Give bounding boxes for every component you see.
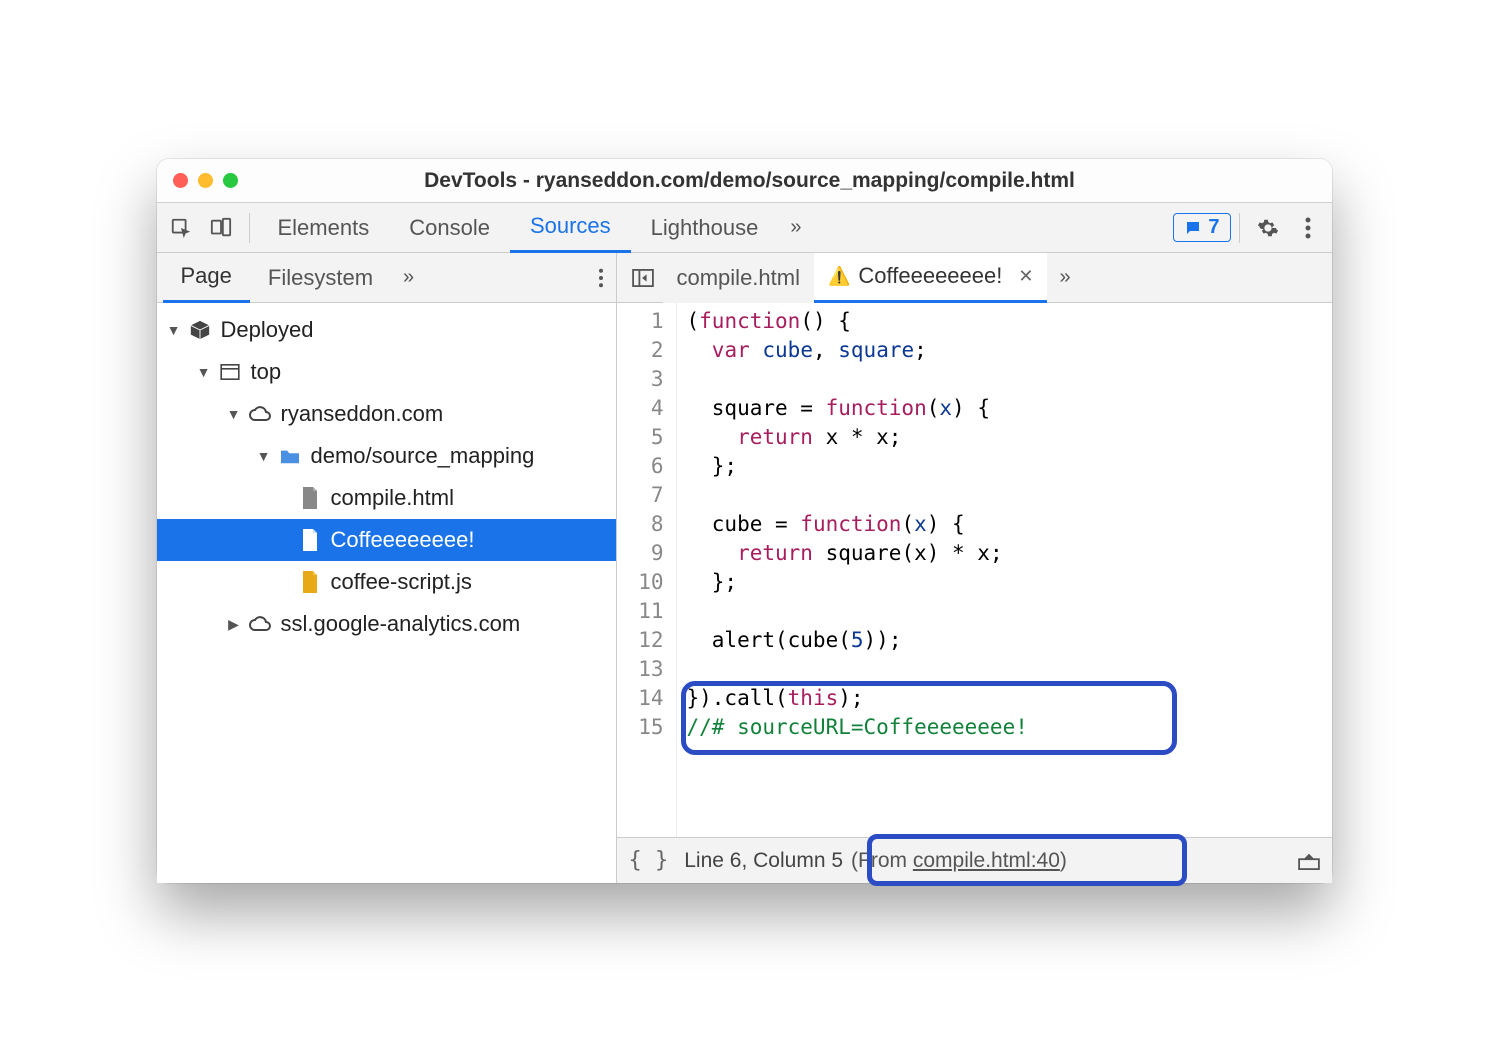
show-debugger-icon[interactable]	[1298, 852, 1320, 870]
tree-node-folder[interactable]: ▼ demo/source_mapping	[157, 435, 616, 477]
editor-statusbar: { } Line 6, Column 5 (From compile.html:…	[617, 837, 1332, 883]
expand-arrow-icon: ▼	[167, 322, 181, 338]
editor-tab-compile[interactable]: compile.html	[663, 253, 814, 303]
code-area[interactable]: 123456789101112131415 (function() { var …	[617, 303, 1332, 837]
js-file-icon	[297, 571, 323, 593]
sources-body: ▼ Deployed ▼ top ▼ ryanseddon.com ▼ demo…	[157, 303, 1332, 883]
close-window-button[interactable]	[173, 173, 188, 188]
toggle-navigator-icon[interactable]	[623, 253, 663, 303]
box-icon	[187, 319, 213, 341]
more-tabs-chevron-icon[interactable]: »	[778, 216, 813, 239]
subtab-page[interactable]: Page	[163, 253, 250, 303]
tab-sources[interactable]: Sources	[510, 203, 631, 253]
maximize-window-button[interactable]	[223, 173, 238, 188]
inspect-element-icon[interactable]	[161, 203, 201, 253]
expand-arrow-icon: ▼	[197, 364, 211, 380]
feedback-icon	[1184, 219, 1202, 237]
editor-tabstrip: compile.html ⚠️ Coffeeeeeeee! ✕ »	[617, 253, 1332, 302]
minimize-window-button[interactable]	[198, 173, 213, 188]
feedback-count: 7	[1208, 216, 1219, 239]
pretty-print-icon[interactable]: { }	[629, 848, 669, 873]
tab-lighthouse[interactable]: Lighthouse	[631, 203, 779, 253]
kebab-menu-icon[interactable]	[1288, 203, 1328, 253]
settings-gear-icon[interactable]	[1248, 203, 1288, 253]
window-title: DevTools - ryanseddon.com/demo/source_ma…	[238, 169, 1262, 193]
file-icon	[297, 529, 323, 551]
cloud-icon	[247, 616, 273, 632]
feedback-badge[interactable]: 7	[1173, 213, 1230, 242]
file-navigator: ▼ Deployed ▼ top ▼ ryanseddon.com ▼ demo…	[157, 303, 617, 883]
navigator-kebab-icon[interactable]	[586, 268, 616, 288]
editor-tab-coffee[interactable]: ⚠️ Coffeeeeeeee! ✕	[814, 253, 1047, 303]
titlebar: DevTools - ryanseddon.com/demo/source_ma…	[157, 159, 1332, 203]
source-from-link[interactable]: compile.html:40	[913, 849, 1060, 872]
expand-arrow-icon: ▼	[227, 406, 241, 422]
subtab-filesystem[interactable]: Filesystem	[250, 253, 391, 303]
expand-arrow-icon: ▼	[257, 448, 271, 464]
sources-subheader: Page Filesystem » compile.html ⚠️ Coffee…	[157, 253, 1332, 303]
tree-node-domain[interactable]: ▼ ryanseddon.com	[157, 393, 616, 435]
collapse-arrow-icon: ▶	[227, 616, 241, 633]
code-editor: 123456789101112131415 (function() { var …	[617, 303, 1332, 883]
line-gutter: 123456789101112131415	[617, 303, 677, 837]
source-from: (From compile.html:40)	[851, 849, 1067, 873]
code-content[interactable]: (function() { var cube, square; square =…	[677, 303, 1028, 837]
traffic-lights	[173, 173, 238, 188]
tree-node-analytics[interactable]: ▶ ssl.google-analytics.com	[157, 603, 616, 645]
folder-icon	[277, 447, 303, 465]
main-toolbar: Elements Console Sources Lighthouse » 7	[157, 203, 1332, 253]
close-tab-icon[interactable]: ✕	[1018, 266, 1033, 287]
navigator-more-chevron-icon[interactable]: »	[391, 266, 426, 289]
tree-file-coffeescript[interactable]: coffee-script.js	[157, 561, 616, 603]
navigator-tabs: Page Filesystem »	[157, 253, 617, 302]
file-icon	[297, 487, 323, 509]
tree-file-compile[interactable]: compile.html	[157, 477, 616, 519]
device-toolbar-icon[interactable]	[201, 203, 241, 253]
cloud-icon	[247, 406, 273, 422]
editor-more-tabs-icon[interactable]: »	[1047, 266, 1082, 289]
devtools-window: DevTools - ryanseddon.com/demo/source_ma…	[157, 159, 1332, 883]
tree-node-deployed[interactable]: ▼ Deployed	[157, 309, 616, 351]
tab-elements[interactable]: Elements	[258, 203, 390, 253]
frame-icon	[217, 364, 243, 380]
warning-icon: ⚠️	[828, 266, 850, 287]
cursor-position: Line 6, Column 5	[684, 849, 843, 873]
tab-console[interactable]: Console	[389, 203, 510, 253]
tree-node-top[interactable]: ▼ top	[157, 351, 616, 393]
tree-file-coffee[interactable]: Coffeeeeeeee!	[157, 519, 616, 561]
